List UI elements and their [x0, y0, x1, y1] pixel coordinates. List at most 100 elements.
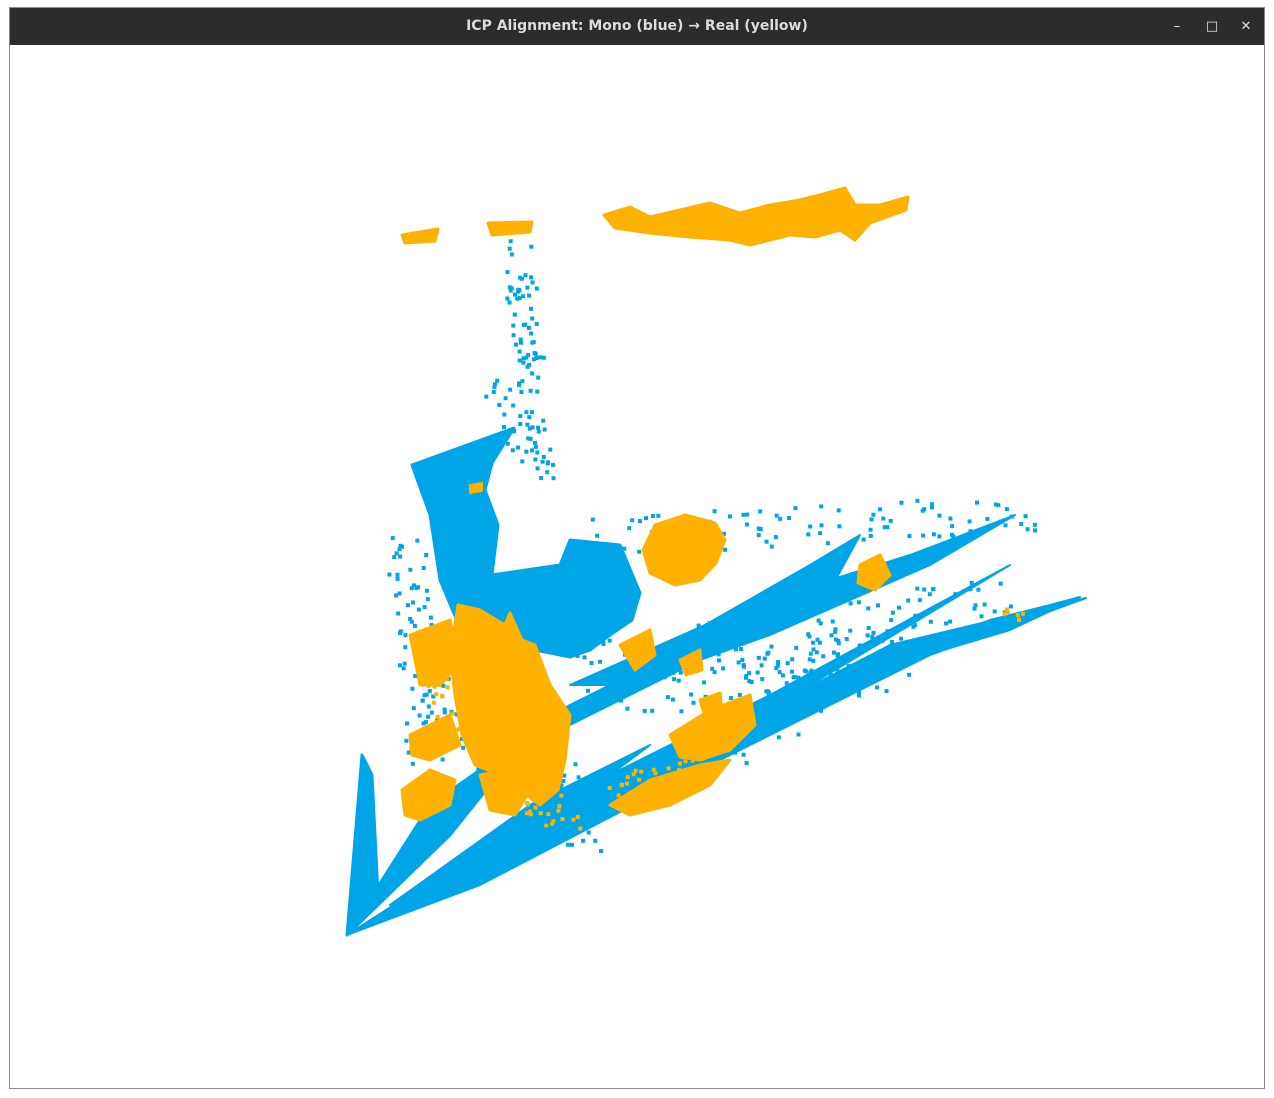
close-icon[interactable]: ✕: [1236, 17, 1256, 37]
point-cloud-point: [650, 514, 655, 518]
point-cloud-point: [637, 785, 641, 790]
point-cloud-point: [556, 808, 561, 813]
point-cloud-point: [524, 410, 529, 415]
point-cloud-point: [985, 516, 990, 521]
point-cloud-point: [417, 713, 422, 718]
point-cloud-point: [816, 618, 821, 623]
point-cloud-point: [911, 624, 916, 629]
point-cloud-point: [405, 603, 410, 608]
point-cloud-point: [465, 728, 470, 733]
point-cloud-point: [734, 631, 739, 636]
point-cloud-point: [736, 660, 741, 665]
point-cloud-point: [571, 817, 576, 822]
point-cloud-point: [402, 661, 407, 666]
point-cloud-point: [428, 681, 433, 686]
app-window: ICP Alignment: Mono (blue) → Real (yello…: [9, 7, 1265, 1089]
point-cloud-point: [535, 389, 540, 394]
point-cloud-point: [527, 325, 531, 330]
point-cloud-point: [627, 682, 632, 687]
point-cloud-point: [862, 672, 867, 677]
point-cloud-point: [420, 698, 425, 703]
real-cloud-strip: [486, 220, 534, 237]
point-cloud-point: [523, 273, 528, 278]
point-cloud-point: [794, 701, 799, 706]
point-cloud-point: [448, 722, 453, 727]
point-cloud-point: [424, 674, 429, 679]
point-cloud-point: [520, 780, 525, 785]
point-cloud-point: [847, 655, 852, 660]
point-cloud-point: [915, 586, 920, 591]
point-cloud-point: [531, 340, 536, 345]
minimize-icon[interactable]: –: [1167, 17, 1187, 37]
maximize-icon[interactable]: □: [1202, 17, 1222, 37]
point-cloud-point: [741, 752, 746, 757]
point-cloud-point: [642, 708, 647, 713]
point-cloud-point: [765, 651, 770, 656]
point-cloud-point: [619, 698, 624, 703]
point-cloud-point: [759, 663, 764, 668]
point-cloud-point: [459, 684, 464, 689]
point-cloud-point: [511, 403, 516, 408]
point-cloud-point: [397, 591, 402, 596]
point-cloud-point: [517, 381, 522, 386]
point-cloud-point: [944, 621, 949, 626]
point-cloud-point: [575, 814, 580, 819]
point-cloud-point: [806, 675, 811, 680]
point-cloud-point: [937, 513, 942, 518]
point-cloud-point: [546, 812, 551, 817]
point-cloud-point: [817, 640, 822, 645]
point-cloud-point: [746, 739, 751, 744]
point-cloud-point: [484, 394, 489, 399]
point-cloud-point: [551, 819, 556, 824]
point-cloud-point: [408, 567, 413, 572]
point-cloud-point: [820, 680, 825, 684]
point-cloud-point: [576, 775, 581, 780]
point-cloud-viewport[interactable]: [10, 45, 1264, 1088]
point-cloud-point: [724, 644, 729, 649]
point-cloud-point: [769, 544, 774, 549]
point-cloud-point: [708, 768, 713, 773]
point-cloud-point: [804, 710, 809, 715]
real-cloud-blob: [641, 513, 727, 587]
point-cloud-point: [777, 604, 782, 609]
point-cloud-point: [890, 610, 895, 615]
point-cloud-point: [907, 672, 911, 677]
point-cloud-point: [841, 656, 846, 661]
point-cloud-point: [807, 634, 812, 639]
point-cloud-point: [521, 360, 526, 365]
point-cloud-point: [762, 656, 767, 661]
point-cloud-point: [907, 534, 912, 539]
point-cloud-point: [514, 342, 519, 347]
point-cloud-point: [928, 619, 933, 624]
point-cloud-point: [536, 375, 541, 380]
point-cloud-point: [644, 516, 648, 521]
point-cloud-point: [610, 682, 615, 687]
point-cloud-point: [835, 673, 840, 678]
point-cloud-point: [786, 613, 791, 618]
point-cloud-point: [870, 634, 875, 639]
point-cloud-point: [836, 652, 841, 657]
point-cloud-point: [534, 322, 539, 326]
point-cloud-point: [700, 756, 705, 761]
point-cloud-point: [599, 849, 603, 853]
point-cloud-point: [431, 700, 436, 705]
point-cloud-point: [967, 519, 972, 524]
point-cloud-point: [688, 777, 692, 782]
point-cloud-point: [662, 675, 667, 680]
point-cloud-point: [659, 783, 664, 788]
point-cloud-point: [412, 624, 417, 628]
point-cloud-point: [529, 275, 534, 280]
real-cloud-strip: [400, 227, 440, 245]
title-bar[interactable]: ICP Alignment: Mono (blue) → Real (yello…: [10, 8, 1264, 45]
point-cloud-point: [530, 785, 535, 790]
point-cloud-point: [539, 476, 544, 481]
point-cloud-point: [787, 516, 791, 520]
point-cloud-point: [472, 717, 477, 722]
point-cloud-point: [591, 640, 595, 645]
point-cloud-point: [835, 667, 840, 672]
point-cloud-point: [512, 312, 517, 317]
point-cloud-point: [975, 500, 979, 505]
point-cloud-point: [527, 415, 532, 420]
point-cloud-point: [758, 509, 763, 514]
point-cloud-point: [813, 685, 818, 690]
